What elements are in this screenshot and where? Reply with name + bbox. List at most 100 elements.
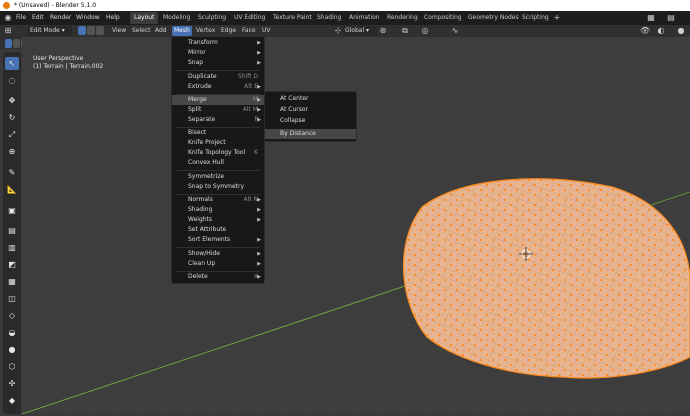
menu-view[interactable]: View bbox=[112, 27, 126, 34]
annotate-tool-icon[interactable]: ✎ bbox=[5, 166, 19, 179]
menu-item-snap-to-symmetry[interactable]: Snap to Symmetry bbox=[172, 182, 264, 192]
orientation-icon: ⊹ bbox=[334, 26, 342, 35]
extrude-tool-icon[interactable]: ▤ bbox=[5, 224, 19, 237]
menu-item-split[interactable]: Split Alt M ▶ bbox=[172, 105, 264, 115]
tab-geometry-nodes[interactable]: Geometry Nodes bbox=[464, 12, 523, 24]
face-select-button[interactable] bbox=[96, 26, 104, 35]
tab-shading[interactable]: Shading bbox=[313, 12, 345, 24]
transform-orientation-dropdown[interactable]: Global ▾ bbox=[343, 26, 377, 36]
tab-compositing[interactable]: Compositing bbox=[420, 12, 466, 24]
menu-item-transform[interactable]: Transform ▶ bbox=[172, 38, 264, 48]
menu-item-merge[interactable]: Merge M ▶ bbox=[172, 95, 264, 105]
merge-by-distance[interactable]: By Distance bbox=[265, 129, 356, 139]
transform-tool-icon[interactable]: ⊕ bbox=[5, 145, 19, 158]
menu-item-extrude[interactable]: Extrude Alt E ▶ bbox=[172, 82, 264, 92]
curve-falloff-icon[interactable]: ∿ bbox=[450, 26, 460, 36]
menu-item-normals[interactable]: Normals Alt N ▶ bbox=[172, 195, 264, 205]
view-layer-icon[interactable]: ▤ bbox=[666, 13, 676, 23]
menu-item-sort-elements[interactable]: Sort Elements ▶ bbox=[172, 235, 264, 245]
menu-vertex[interactable]: Vertex bbox=[196, 27, 215, 34]
tab-rendering[interactable]: Rendering bbox=[383, 12, 422, 24]
blender-logo-icon bbox=[3, 2, 10, 9]
edge-select-button[interactable] bbox=[87, 26, 95, 35]
shading-icon[interactable]: ● bbox=[676, 26, 686, 36]
mode-selector[interactable]: Edit Mode ▾ bbox=[28, 26, 72, 36]
mode-label: Edit Mode bbox=[30, 27, 60, 34]
menu-item-set-attribute[interactable]: Set Attribute bbox=[172, 225, 264, 235]
cursor-tool-icon[interactable]: ◌ bbox=[5, 74, 19, 87]
menu-item-delete[interactable]: Delete X ▶ bbox=[172, 272, 264, 282]
select-new-button[interactable] bbox=[5, 39, 12, 48]
menu-item-knife-topology-tool[interactable]: Knife Topology Tool K bbox=[172, 148, 264, 158]
perspective-label: User Perspective bbox=[33, 55, 84, 62]
loop-cut-tool-icon[interactable]: ▦ bbox=[5, 275, 19, 288]
menu-add[interactable]: Add bbox=[155, 27, 167, 34]
add-workspace-icon[interactable]: + bbox=[552, 13, 562, 23]
snap-icon[interactable]: ⧉ bbox=[400, 26, 410, 36]
terrain-mesh[interactable] bbox=[402, 178, 690, 379]
rotate-tool-icon[interactable]: ↻ bbox=[5, 111, 19, 124]
tab-animation[interactable]: Animation bbox=[345, 12, 384, 24]
menu-mesh[interactable]: Mesh bbox=[172, 26, 192, 36]
poly-build-tool-icon[interactable]: ◇ bbox=[5, 309, 19, 322]
spin-tool-icon[interactable]: ◒ bbox=[5, 326, 19, 339]
select-extend-button[interactable] bbox=[13, 39, 20, 48]
merge-collapse[interactable]: Collapse bbox=[265, 116, 356, 126]
tab-uv-editing[interactable]: UV Editing bbox=[230, 12, 269, 24]
viewport-header: ⊞ Edit Mode ▾ View Select Add Mesh Verte… bbox=[0, 25, 690, 37]
menu-edge[interactable]: Edge bbox=[221, 27, 236, 34]
overlay-icon[interactable]: ◐ bbox=[656, 26, 666, 36]
menu-help[interactable]: Help bbox=[106, 14, 120, 21]
menu-item-shading[interactable]: Shading ▶ bbox=[172, 205, 264, 215]
edge-slide-tool-icon[interactable]: ⬡ bbox=[5, 360, 19, 373]
move-tool-icon[interactable]: ✥ bbox=[5, 94, 19, 107]
pivot-icon[interactable]: ⊛ bbox=[378, 26, 388, 36]
smooth-tool-icon[interactable]: ● bbox=[5, 343, 19, 356]
merge-at-center[interactable]: At Center bbox=[265, 94, 356, 104]
orientation-label: Global bbox=[345, 27, 365, 34]
top-bar: ◉ File Edit Render Window Help Layout Mo… bbox=[0, 11, 690, 25]
tab-scripting[interactable]: Scripting bbox=[518, 12, 553, 24]
menu-item-show-hide[interactable]: Show/Hide ▶ bbox=[172, 249, 264, 259]
tool-shelf: ↖ ◌ ✥ ↻ ⤢ ⊕ ✎ 📐 ▣ ▤ ▥ ◩ ▦ ◫ ◇ ◒ ● ⬡ ✣ ◆ bbox=[3, 52, 21, 414]
menu-item-symmetrize[interactable]: Symmetrize bbox=[172, 172, 264, 182]
menu-file[interactable]: File bbox=[16, 14, 26, 21]
tab-sculpting[interactable]: Sculpting bbox=[194, 12, 230, 24]
menu-item-convex-hull[interactable]: Convex Hull bbox=[172, 158, 264, 168]
menu-edit[interactable]: Edit bbox=[32, 14, 44, 21]
tab-modeling[interactable]: Modeling bbox=[159, 12, 194, 24]
menu-select[interactable]: Select bbox=[132, 27, 151, 34]
select-box-tool-icon[interactable]: ↖ bbox=[5, 57, 19, 70]
blender-menu-icon[interactable]: ◉ bbox=[3, 13, 13, 23]
shrink-fatten-tool-icon[interactable]: ✣ bbox=[5, 377, 19, 390]
menu-separator bbox=[176, 170, 260, 171]
menu-item-snap[interactable]: Snap ▶ bbox=[172, 58, 264, 68]
menu-uv[interactable]: UV bbox=[262, 27, 271, 34]
menu-window[interactable]: Window bbox=[76, 14, 100, 21]
tab-layout[interactable]: Layout bbox=[130, 12, 159, 24]
menu-item-duplicate[interactable]: Duplicate Shift D bbox=[172, 72, 264, 82]
menu-item-knife-project[interactable]: Knife Project bbox=[172, 138, 264, 148]
scale-tool-icon[interactable]: ⤢ bbox=[5, 128, 19, 141]
menu-face[interactable]: Face bbox=[242, 27, 256, 34]
bevel-tool-icon[interactable]: ◩ bbox=[5, 258, 19, 271]
editor-type-icon[interactable]: ⊞ bbox=[3, 26, 13, 36]
menu-item-bisect[interactable]: Bisect bbox=[172, 128, 264, 138]
menu-item-separate[interactable]: Separate P ▶ bbox=[172, 115, 264, 125]
mesh-menu: Transform ▶ Mirror ▶ Snap ▶ Duplicate Shift … bbox=[171, 36, 265, 284]
menu-item-mirror[interactable]: Mirror ▶ bbox=[172, 48, 264, 58]
vertex-select-button[interactable] bbox=[78, 26, 86, 35]
menu-item-clean-up[interactable]: Clean Up ▶ bbox=[172, 259, 264, 269]
menu-render[interactable]: Render bbox=[50, 14, 71, 21]
add-cube-tool-icon[interactable]: ▣ bbox=[5, 204, 19, 217]
scene-selector-icon[interactable]: ▦ bbox=[646, 13, 656, 23]
rip-region-tool-icon[interactable]: ◆ bbox=[5, 394, 19, 407]
tab-texture-paint[interactable]: Texture Paint bbox=[269, 12, 316, 24]
measure-tool-icon[interactable]: 📐 bbox=[5, 183, 19, 196]
visibility-icon[interactable]: 👁 bbox=[640, 26, 650, 36]
knife-tool-icon[interactable]: ◫ bbox=[5, 292, 19, 305]
inset-tool-icon[interactable]: ▥ bbox=[5, 241, 19, 254]
menu-item-weights[interactable]: Weights ▶ bbox=[172, 215, 264, 225]
merge-at-cursor[interactable]: At Cursor bbox=[265, 105, 356, 115]
proportional-edit-icon[interactable]: ◎ bbox=[420, 26, 430, 36]
